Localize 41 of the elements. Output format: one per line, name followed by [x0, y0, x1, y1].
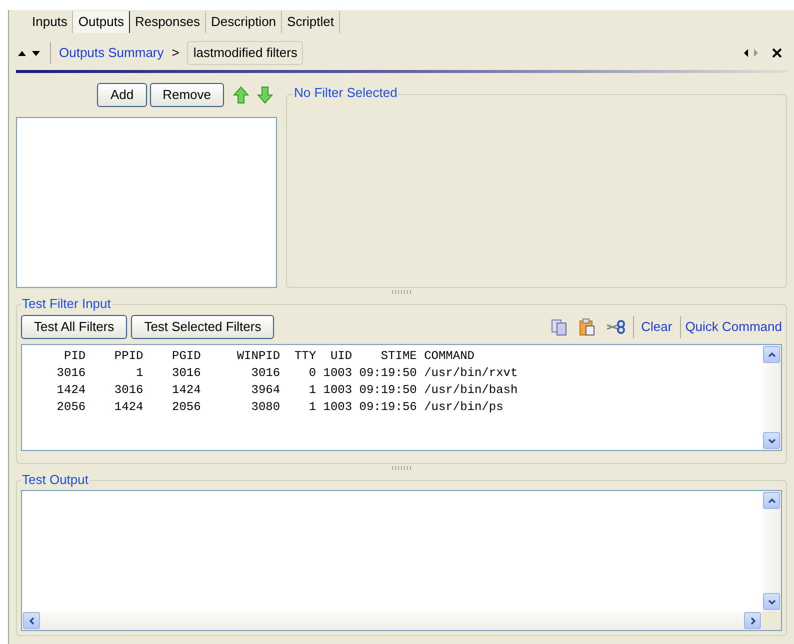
- down-arrow-icon[interactable]: [257, 86, 273, 104]
- scroll-up-button[interactable]: [763, 346, 780, 363]
- close-icon[interactable]: [771, 47, 783, 59]
- toolbar-link[interactable]: Clear: [641, 317, 672, 337]
- scroll-down-button[interactable]: [763, 432, 780, 449]
- group-title: Test Output: [21, 473, 90, 486]
- test-input-area[interactable]: PID PPID PGID WINPID TTY UID STIME COMMAND 3016 1 3016 3016 0 1003 09:19:50 /usr/bin/rxvt 1424 3016 1424 3964 1 1003 09:19:50 /usr/bin/bash 2056 1424 2056 3080 1 1003 09:19:56 /usr/bin/ps: [21, 344, 782, 451]
- scrollbar-corner: [762, 611, 781, 630]
- tab[interactable]: Outputs: [73, 11, 130, 33]
- copy-icon[interactable]: [550, 318, 568, 336]
- tab[interactable]: Responses: [130, 11, 206, 33]
- group-title: Test Filter Input: [21, 297, 112, 310]
- process-line: PID PPID PGID WINPID TTY UID STIME COMMAND: [63, 348, 476, 365]
- tab[interactable]: Scriptlet: [282, 11, 340, 33]
- test-button[interactable]: Test All Filters: [21, 315, 128, 339]
- toolbar-link[interactable]: Quick Command: [685, 317, 782, 337]
- up-down-arrows-icon[interactable]: [18, 48, 42, 58]
- paste-icon[interactable]: [578, 318, 596, 336]
- up-arrow-icon[interactable]: [233, 86, 249, 104]
- horizontal-scrollbar[interactable]: [22, 611, 762, 630]
- splitter-grip[interactable]: [392, 466, 412, 470]
- group-title: No Filter Selected: [293, 86, 398, 99]
- process-line: 2056 1424 2056 3080 1 1003 09:19:56 /usr/bin/ps: [56, 399, 504, 416]
- left-right-arrows-icon[interactable]: [743, 48, 759, 58]
- scroll-left-button[interactable]: [23, 612, 40, 629]
- filter-action-button[interactable]: Add: [97, 83, 147, 107]
- process-line: 3016 1 3016 3016 0 1003 09:19:50 /usr/bin/rxvt: [56, 365, 519, 382]
- test-button[interactable]: Test Selected Filters: [131, 315, 274, 339]
- scissors-icon[interactable]: [606, 319, 626, 335]
- filter-action-button[interactable]: Remove: [150, 83, 224, 107]
- tab[interactable]: Description: [206, 11, 282, 33]
- splitter-grip[interactable]: [392, 290, 412, 294]
- process-line: 1424 3016 1424 3964 1 1003 09:19:50 /usr/bin/bash: [56, 382, 519, 399]
- scroll-right-button[interactable]: [744, 612, 761, 629]
- breadcrumb-current[interactable]: lastmodified filters: [187, 41, 304, 65]
- breadcrumb-separator: >: [172, 44, 180, 62]
- scroll-down-button[interactable]: [763, 593, 780, 610]
- breadcrumb-link[interactable]: Outputs Summary: [59, 43, 164, 63]
- vertical-scrollbar[interactable]: [762, 491, 781, 611]
- vertical-scrollbar[interactable]: [762, 345, 781, 450]
- scroll-up-button[interactable]: [763, 492, 780, 509]
